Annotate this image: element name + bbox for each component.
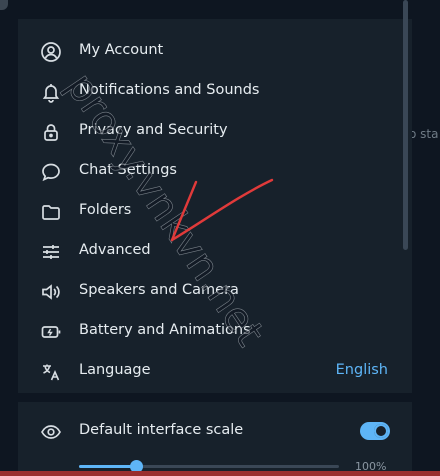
background-peek-text: o sta xyxy=(409,127,439,141)
menu-item-label: Speakers and Camera xyxy=(79,282,239,298)
bell-icon xyxy=(40,81,62,103)
translate-icon xyxy=(40,361,62,383)
menu-item-label: Notifications and Sounds xyxy=(79,82,260,98)
menu-item-label: My Account xyxy=(79,42,164,58)
menu-item-label: Privacy and Security xyxy=(79,122,228,138)
menu-item-chat-settings[interactable]: Chat Settings xyxy=(18,151,398,191)
menu-item-label: Chat Settings xyxy=(79,162,177,178)
sliders-icon xyxy=(40,241,62,263)
scale-label: Default interface scale xyxy=(79,422,244,438)
menu-item-speakers-camera[interactable]: Speakers and Camera xyxy=(18,271,398,311)
user-circle-icon xyxy=(40,41,62,63)
menu-item-folders[interactable]: Folders xyxy=(18,191,398,231)
scale-slider-fill xyxy=(79,465,136,468)
menu-item-advanced[interactable]: Advanced xyxy=(18,231,398,271)
menu-item-privacy[interactable]: Privacy and Security xyxy=(18,111,398,151)
bottom-edge-bar xyxy=(0,471,440,476)
scale-toggle[interactable] xyxy=(360,422,390,440)
menu-item-language[interactable]: Language English xyxy=(18,351,398,391)
scrollbar[interactable] xyxy=(403,0,408,250)
folder-icon xyxy=(40,201,62,223)
battery-icon xyxy=(40,321,62,343)
settings-panel: My Account Notifications and Sounds Priv… xyxy=(18,0,412,476)
toggle-knob xyxy=(374,424,388,438)
section-separator xyxy=(18,393,412,402)
eye-icon xyxy=(40,421,62,443)
default-interface-scale-row[interactable]: Default interface scale xyxy=(18,411,412,451)
lock-icon xyxy=(40,121,62,143)
menu-item-my-account[interactable]: My Account xyxy=(18,31,398,71)
menu-item-notifications[interactable]: Notifications and Sounds xyxy=(18,71,398,111)
menu-item-label: Battery and Animations xyxy=(79,322,251,338)
section-separator-top xyxy=(18,0,412,19)
menu-item-label: Language xyxy=(79,362,151,378)
speaker-icon xyxy=(40,281,62,303)
chat-bubble-icon xyxy=(40,161,62,183)
menu-item-label: Folders xyxy=(79,202,132,218)
menu-item-battery[interactable]: Battery and Animations xyxy=(18,311,398,351)
background-chat-area-right: o sta xyxy=(409,0,440,476)
language-value: English xyxy=(335,362,388,378)
background-chat-area-left xyxy=(0,0,18,476)
menu-item-label: Advanced xyxy=(79,242,151,258)
